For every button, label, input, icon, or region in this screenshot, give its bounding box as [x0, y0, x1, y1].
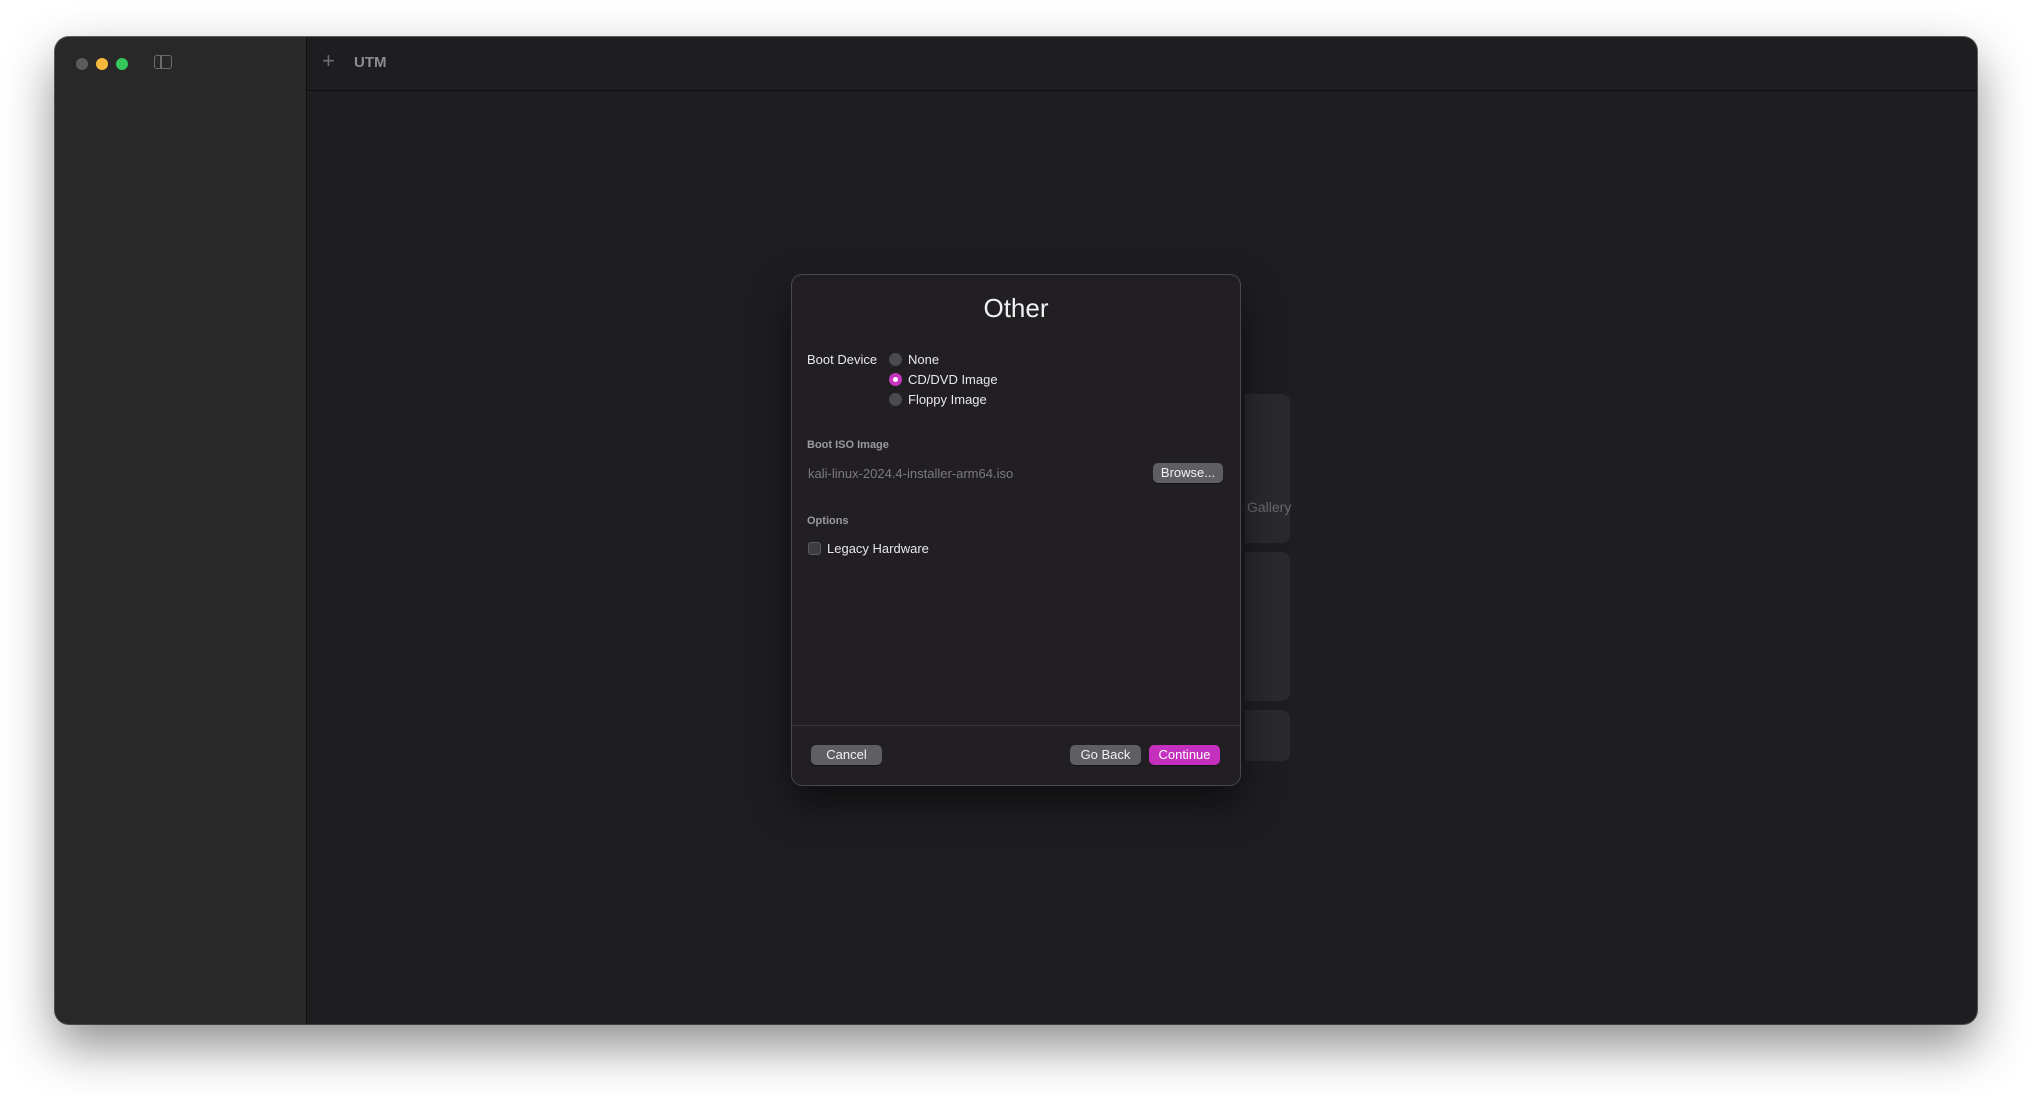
- boot-device-cd-radio[interactable]: [889, 373, 902, 386]
- welcome-card-2[interactable]: [1245, 552, 1290, 701]
- dialog-footer-divider: [792, 725, 1240, 726]
- boot-iso-path: kali-linux-2024.4-installer-arm64.iso: [808, 466, 1014, 481]
- toolbar: + UTM: [307, 37, 1977, 91]
- options-section-label: Options: [807, 515, 849, 527]
- boot-device-none-radio[interactable]: [889, 353, 902, 366]
- app-title: UTM: [354, 54, 387, 71]
- new-vm-dialog: Other Boot Device None CD/DVD Image Flop…: [792, 275, 1240, 785]
- boot-device-floppy-radio[interactable]: [889, 393, 902, 406]
- legacy-hardware-label[interactable]: Legacy Hardware: [827, 541, 929, 556]
- boot-device-floppy-label[interactable]: Floppy Image: [908, 392, 987, 407]
- boot-device-cd-label[interactable]: CD/DVD Image: [908, 372, 998, 387]
- app-window: + UTM Gallery Other Boot Device None CD/…: [55, 37, 1977, 1024]
- browse-button[interactable]: Browse...: [1153, 463, 1223, 483]
- sidebar-toggle-icon[interactable]: [154, 55, 172, 69]
- boot-iso-section-label: Boot ISO Image: [807, 439, 889, 451]
- go-back-button[interactable]: Go Back: [1070, 745, 1141, 765]
- boot-device-label: Boot Device: [807, 352, 878, 367]
- minimize-window-button[interactable]: [96, 58, 108, 70]
- sidebar: [55, 37, 307, 1024]
- plus-icon[interactable]: +: [322, 50, 335, 72]
- welcome-card-gallery-label: Gallery: [1247, 499, 1292, 515]
- continue-button[interactable]: Continue: [1149, 745, 1220, 765]
- maximize-window-button[interactable]: [116, 58, 128, 70]
- cancel-button[interactable]: Cancel: [811, 745, 882, 765]
- legacy-hardware-checkbox[interactable]: [808, 542, 821, 555]
- dialog-title: Other: [983, 293, 1049, 323]
- boot-device-none-label[interactable]: None: [908, 352, 939, 367]
- welcome-card-3[interactable]: [1245, 710, 1290, 761]
- welcome-card-gallery[interactable]: Gallery: [1245, 394, 1292, 543]
- close-window-button[interactable]: [76, 58, 88, 70]
